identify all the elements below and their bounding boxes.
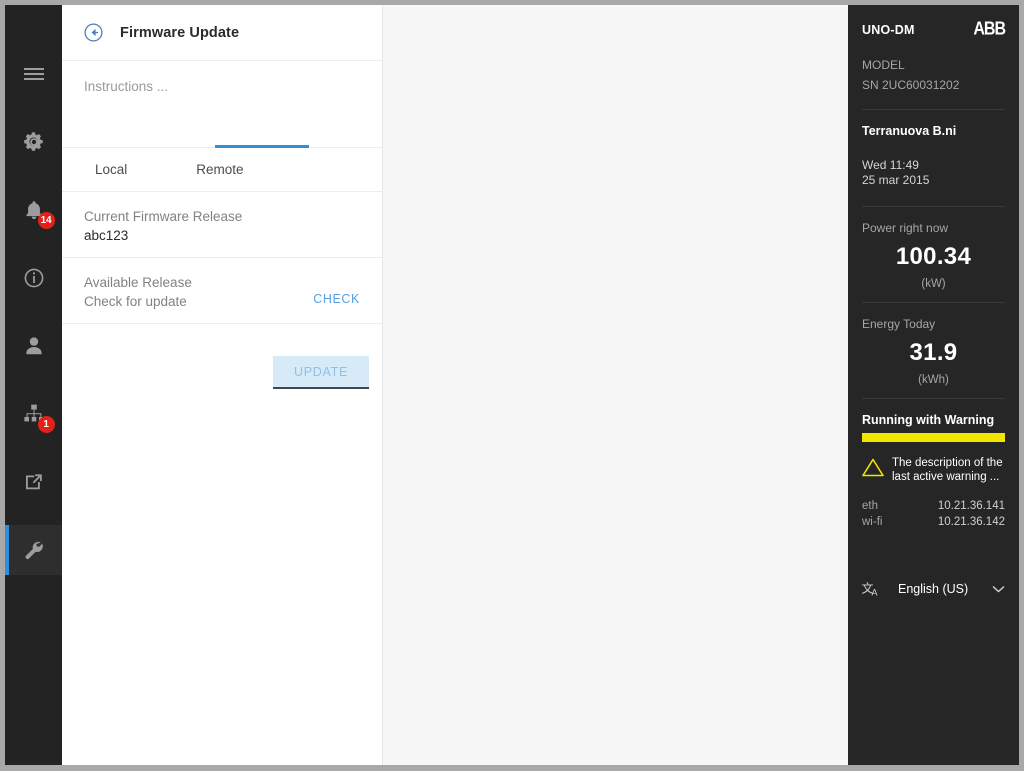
power-unit: (kW) bbox=[921, 278, 946, 290]
hamburger-menu-icon bbox=[21, 61, 47, 87]
update-button[interactable]: UPDATE bbox=[273, 356, 369, 389]
chevron-down-icon[interactable] bbox=[992, 585, 1005, 594]
energy-label: Energy Today bbox=[862, 317, 936, 331]
page-title: Firmware Update bbox=[120, 24, 240, 41]
active-warning: The description of the last active warni… bbox=[862, 442, 1005, 498]
energy-unit: (kWh) bbox=[918, 374, 949, 386]
model-label: MODEL bbox=[862, 58, 905, 72]
translate-icon: 文 A bbox=[862, 580, 882, 598]
power-value: 100.34 bbox=[895, 243, 972, 270]
warning-triangle-icon bbox=[862, 456, 884, 477]
network-badge: 1 bbox=[37, 416, 55, 433]
browser-viewport: 14 1 Firmware Update Instructions ... Lo… bbox=[0, 0, 1024, 771]
empty-content-area bbox=[383, 5, 848, 765]
available-release-row: Available Release Check for update CHECK bbox=[62, 258, 382, 324]
svg-text:A: A bbox=[872, 588, 878, 598]
instructions-text: Instructions ... bbox=[62, 61, 382, 148]
energy-value: 31.9 bbox=[909, 339, 958, 366]
sidebar-item-account[interactable] bbox=[5, 321, 62, 371]
power-metric: Power right now 100.34 (kW) bbox=[862, 207, 1005, 302]
sidebar-item-menu[interactable] bbox=[5, 49, 62, 99]
device-header: UNO-DM ABB bbox=[862, 5, 1006, 55]
available-release-label: Available Release bbox=[84, 275, 192, 290]
active-tab-indicator bbox=[215, 145, 309, 148]
sidebar-item-network[interactable]: 1 bbox=[5, 389, 62, 439]
energy-metric: Energy Today 31.9 (kWh) bbox=[862, 303, 1005, 398]
wifi-label: wi-fi bbox=[862, 516, 883, 528]
info-circle-icon bbox=[21, 265, 47, 291]
firmware-update-panel: Firmware Update Instructions ... Local R… bbox=[62, 5, 383, 765]
device-date: 25 mar 2015 bbox=[862, 173, 930, 187]
panel-header: Firmware Update bbox=[62, 5, 382, 61]
wifi-ip: 10.21.36.142 bbox=[937, 516, 1005, 528]
current-firmware-row: Current Firmware Release abc123 bbox=[62, 192, 382, 258]
firmware-source-tabs: Local Remote bbox=[62, 145, 382, 192]
user-icon bbox=[21, 333, 47, 359]
plant-name: Terranuova B.ni bbox=[862, 124, 957, 138]
device-datetime: Wed 11:49 25 mar 2015 bbox=[862, 158, 1005, 206]
device-status-sidebar: UNO-DM ABB MODEL SN 2UC60031202 Terranuo… bbox=[848, 5, 1019, 765]
sidebar-item-settings[interactable] bbox=[5, 117, 62, 167]
tab-local[interactable]: Local bbox=[89, 162, 133, 177]
status-block: Running with Warning bbox=[862, 399, 1005, 442]
abb-logo: ABB bbox=[973, 19, 1006, 40]
power-label: Power right now bbox=[862, 221, 949, 235]
arrow-circle-left-icon[interactable] bbox=[84, 23, 103, 42]
external-link-icon bbox=[21, 469, 47, 495]
sidebar-item-export[interactable] bbox=[5, 457, 62, 507]
sidebar-item-tools[interactable] bbox=[5, 525, 62, 575]
current-firmware-value: abc123 bbox=[84, 228, 129, 243]
current-firmware-label: Current Firmware Release bbox=[84, 209, 243, 224]
check-for-update-button[interactable]: CHECK bbox=[313, 274, 360, 306]
language-selector[interactable]: 文 A English (US) bbox=[862, 540, 1005, 598]
serial-number: SN 2UC60031202 bbox=[862, 78, 960, 92]
sitemap-icon: 1 bbox=[21, 401, 55, 433]
update-button-row: UPDATE bbox=[62, 324, 382, 389]
eth-ip: 10.21.36.141 bbox=[937, 500, 1005, 512]
device-meta: MODEL SN 2UC60031202 bbox=[862, 55, 1005, 109]
sidebar-item-information[interactable] bbox=[5, 253, 62, 303]
application-root: 14 1 Firmware Update Instructions ... Lo… bbox=[5, 5, 1019, 765]
firmware-form: Current Firmware Release abc123 Availabl… bbox=[62, 192, 382, 765]
gear-icon bbox=[21, 129, 47, 155]
network-row: eth 10.21.36.141 bbox=[862, 498, 1005, 514]
status-badge: Running with Warning bbox=[862, 413, 995, 427]
sidebar-item-notifications[interactable]: 14 bbox=[5, 185, 62, 235]
wrench-icon bbox=[21, 537, 47, 563]
network-addresses: eth 10.21.36.141 wi-fi 10.21.36.142 bbox=[862, 498, 1005, 540]
eth-label: eth bbox=[862, 500, 878, 512]
status-bar bbox=[862, 433, 1005, 442]
notifications-badge: 14 bbox=[37, 212, 55, 229]
available-release-value: Check for update bbox=[84, 294, 187, 309]
center-content-area: Firmware Update Instructions ... Local R… bbox=[62, 5, 848, 765]
device-name: UNO-DM bbox=[862, 23, 915, 37]
device-time: Wed 11:49 bbox=[862, 158, 919, 172]
language-label: English (US) bbox=[898, 582, 969, 596]
tab-remote[interactable]: Remote bbox=[190, 162, 249, 177]
warning-description: The description of the last active warni… bbox=[892, 457, 1003, 483]
network-row: wi-fi 10.21.36.142 bbox=[862, 514, 1005, 530]
bell-icon: 14 bbox=[21, 197, 55, 229]
left-nav-sidebar: 14 1 bbox=[5, 5, 62, 765]
